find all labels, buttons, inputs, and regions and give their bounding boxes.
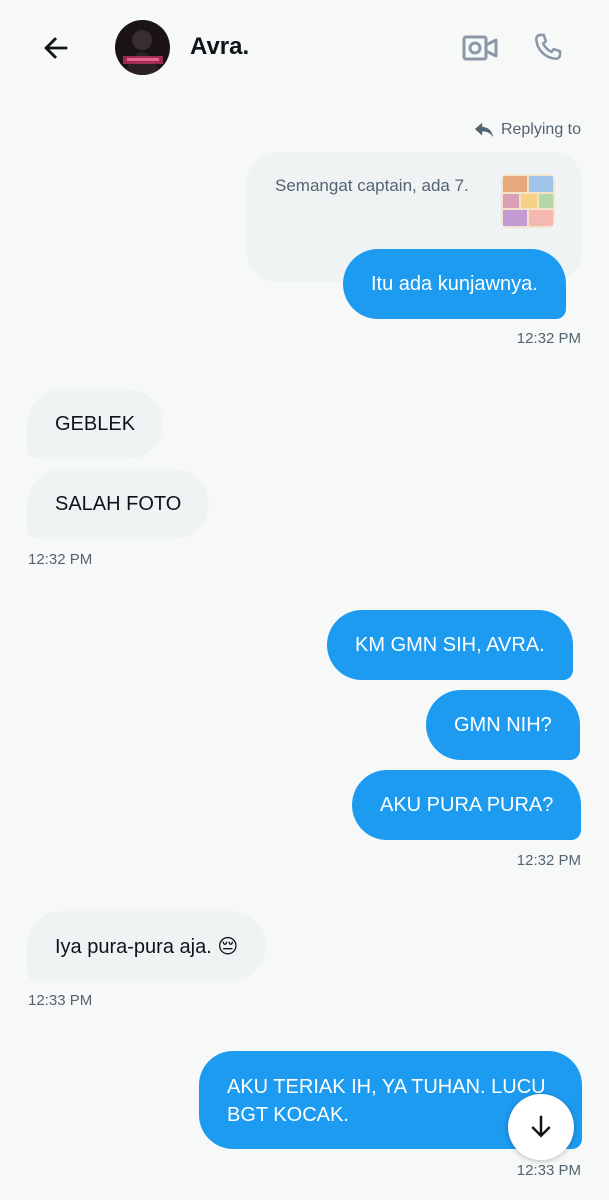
message-timestamp: 12:33 PM [516,1162,581,1179]
phone-icon [534,33,562,61]
message-bubble-received[interactable]: SALAH FOTO [27,469,210,539]
message-timestamp: 12:32 PM [516,330,581,347]
conversation-header: Avra. [0,0,609,96]
message-bubble-sent[interactable]: KM GMN SIH, AVRA. [327,610,573,680]
message-bubble-received[interactable]: GEBLEK [27,389,164,459]
video-call-button[interactable] [460,28,500,68]
scroll-to-bottom-button[interactable] [508,1094,574,1160]
message-bubble-sent[interactable]: Itu ada kunjawnya. [343,249,566,319]
replying-to-text: Replying to [500,121,581,138]
message-bubble-sent[interactable]: GMN NIH? [426,690,580,760]
quoted-text: Semangat captain, ada 7. [275,176,469,195]
arrow-down-icon [531,1115,551,1138]
video-camera-icon [462,35,498,61]
contact-name[interactable]: Avra. [190,33,249,61]
message-timestamp: 12:32 PM [28,551,93,568]
message-bubble-received[interactable]: Iya pura-pura aja. 😔 [27,911,267,981]
avatar[interactable] [115,20,170,75]
quoted-image-thumbnail [501,174,555,228]
replying-to-label: Replying to [473,120,581,140]
arrow-left-icon [44,37,68,59]
message-bubble-sent[interactable]: AKU PURA PURA? [352,770,582,840]
message-timestamp: 12:32 PM [516,852,581,869]
voice-call-button[interactable] [528,27,568,67]
message-timestamp: 12:33 PM [28,992,93,1009]
reply-arrow-icon [474,122,494,138]
back-button[interactable] [36,28,76,68]
